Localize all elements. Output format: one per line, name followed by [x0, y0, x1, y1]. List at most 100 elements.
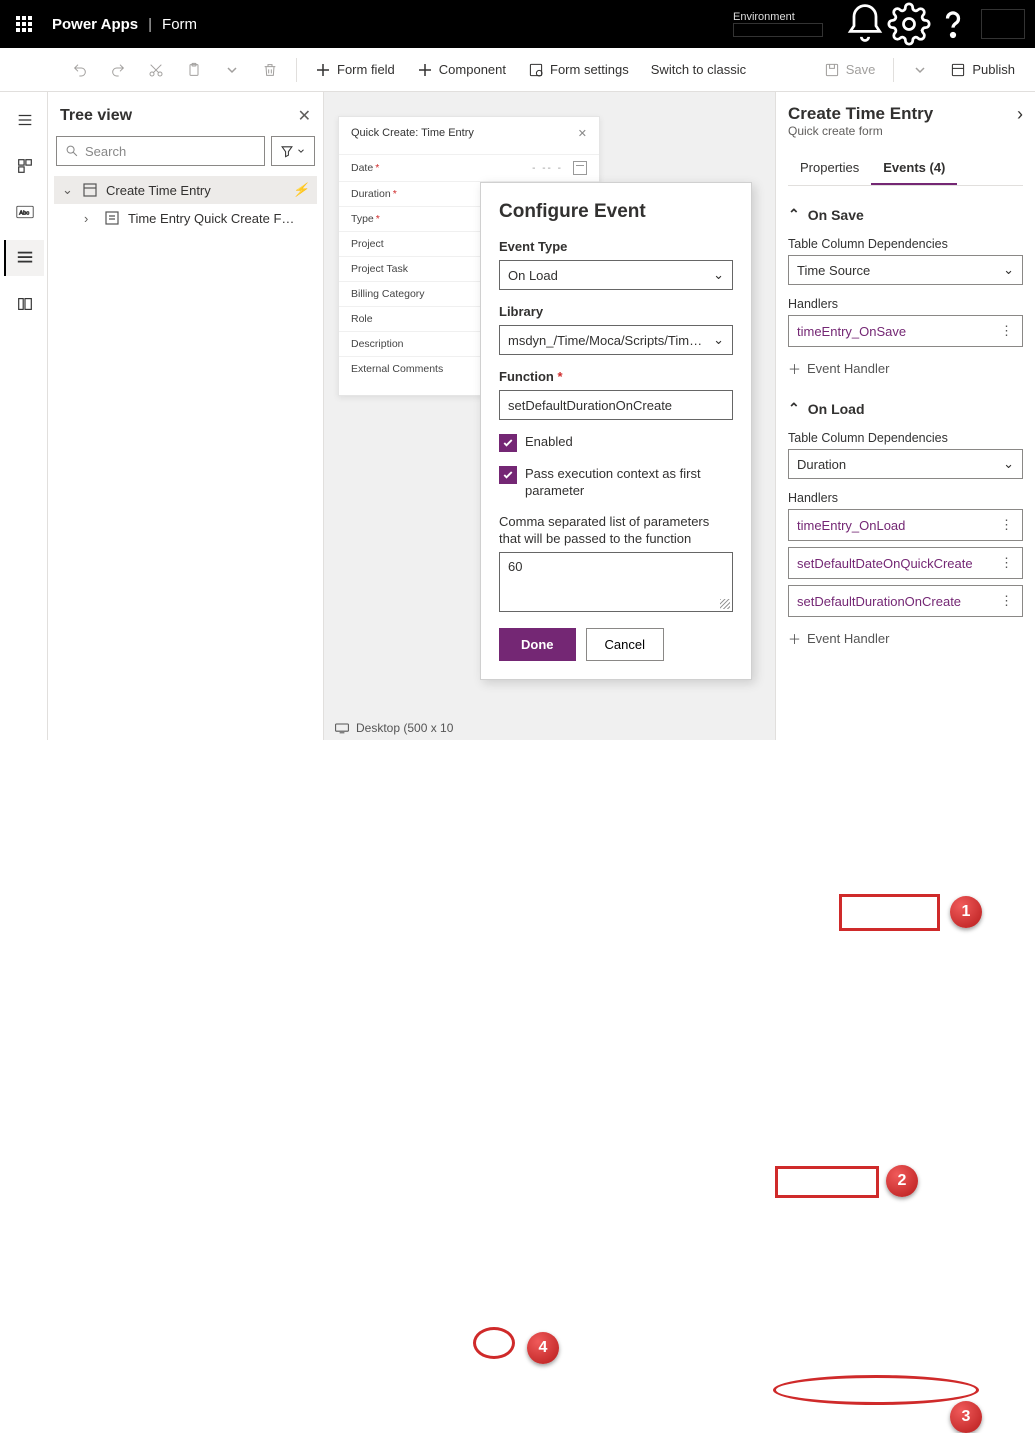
form-field-label: Form field	[337, 62, 395, 77]
filter-button[interactable]	[271, 136, 315, 166]
section-label: On Save	[808, 207, 864, 223]
dep-select-onsave[interactable]: Time Source⌄	[788, 255, 1023, 285]
device-label: Desktop (500 x 10	[356, 721, 453, 735]
switch-classic-button[interactable]: Switch to classic	[641, 56, 756, 83]
add-handler-onload[interactable]: ＋Event Handler	[788, 623, 1023, 662]
funnel-icon	[280, 144, 294, 158]
search-icon	[65, 144, 79, 158]
delete-button[interactable]	[252, 56, 288, 84]
handler-onsave[interactable]: timeEntry_OnSave⋮	[788, 315, 1023, 347]
deps-label: Table Column Dependencies	[788, 431, 1023, 445]
environment-picker[interactable]: Environment	[733, 11, 823, 37]
chevron-down-icon: ⌄	[1003, 262, 1014, 278]
select-value: msdyn_/Time/Moca/Scripts/Tim…	[508, 333, 702, 348]
publish-button[interactable]: Publish	[940, 56, 1025, 84]
app-header: Power Apps | Form Environment	[0, 0, 1035, 48]
handler-onload-3[interactable]: setDefaultDurationOnCreate ⋮	[788, 585, 1023, 617]
tab-events[interactable]: Events (4)	[871, 152, 957, 185]
panel-subtitle: Quick create form	[788, 124, 933, 138]
check-icon	[502, 469, 514, 481]
dep-value: Duration	[797, 457, 846, 472]
section-onsave[interactable]: ⌃ On Save	[788, 198, 1023, 231]
divider	[893, 58, 894, 82]
tabs: Properties Events (4)	[788, 152, 1023, 186]
close-icon[interactable]: ✕	[578, 127, 587, 140]
dep-select-onload[interactable]: Duration ⌄	[788, 449, 1023, 479]
chevron-right-icon: ›	[84, 211, 96, 226]
calendar-icon	[573, 161, 587, 175]
tree-item-create-time-entry[interactable]: ⌄ Create Time Entry ⚡	[54, 176, 317, 204]
pass-context-checkbox[interactable]	[499, 466, 517, 484]
panel-title: Create Time Entry	[788, 104, 933, 124]
chevron-down-icon: ⌄	[713, 332, 724, 348]
enabled-label: Enabled	[525, 434, 573, 449]
undo-button[interactable]	[62, 56, 98, 84]
form-field-button[interactable]: Form field	[305, 56, 405, 84]
help-icon[interactable]	[931, 0, 975, 48]
chevron-up-icon: ⌃	[788, 400, 800, 417]
status-bar: Desktop (500 x 10	[324, 716, 775, 740]
chevron-down-icon: ⌄	[1003, 456, 1014, 472]
paste-button[interactable]	[176, 56, 212, 84]
waffle-icon[interactable]	[4, 0, 44, 48]
handler-name: setDefaultDurationOnCreate	[797, 594, 961, 609]
input-value: setDefaultDurationOnCreate	[508, 398, 672, 413]
search-placeholder: Search	[85, 144, 126, 159]
settings-icon[interactable]	[887, 0, 931, 48]
tree-item-label: Time Entry Quick Create F…	[128, 211, 294, 226]
handlers-label: Handlers	[788, 491, 1023, 505]
more-icon[interactable]: ⋮	[1000, 517, 1014, 533]
svg-text:Abc: Abc	[19, 210, 29, 216]
save-label: Save	[846, 62, 876, 77]
tab-properties[interactable]: Properties	[788, 152, 871, 185]
left-rail: Abc	[0, 92, 48, 740]
more-icon[interactable]: ⋮	[1000, 593, 1014, 609]
save-chevron[interactable]	[902, 56, 938, 84]
check-icon	[502, 437, 514, 449]
handler-onload-2[interactable]: setDefaultDateOnQuickCreate⋮	[788, 547, 1023, 579]
done-button[interactable]: Done	[499, 628, 576, 661]
chevron-up-icon: ⌃	[788, 206, 800, 223]
enabled-checkbox[interactable]	[499, 434, 517, 452]
field-date[interactable]: Date*- -- -	[339, 154, 599, 181]
save-button[interactable]: Save	[814, 56, 886, 84]
more-icon[interactable]: ⋮	[1000, 323, 1014, 339]
handler-onload-1[interactable]: timeEntry_OnLoad⋮	[788, 509, 1023, 541]
add-handler-label: Event Handler	[807, 631, 889, 646]
params-textarea[interactable]: 60	[499, 552, 733, 612]
rail-components[interactable]	[4, 148, 44, 184]
chevron-right-icon[interactable]: ›	[1017, 104, 1023, 125]
section-onload[interactable]: ⌃ On Load	[788, 392, 1023, 425]
rail-hamburger[interactable]	[4, 102, 44, 138]
select-value: On Load	[508, 268, 558, 283]
cut-button[interactable]	[138, 56, 174, 84]
breadcrumb: Form	[162, 16, 197, 33]
rail-library[interactable]	[4, 286, 44, 322]
close-icon[interactable]: ✕	[298, 106, 311, 126]
tree-item-quick-create[interactable]: › Time Entry Quick Create F…	[54, 204, 317, 232]
event-type-label: Event Type	[499, 239, 733, 254]
app-name: Power Apps	[52, 16, 138, 33]
chevron-down-icon	[296, 146, 306, 156]
add-handler-onsave[interactable]: ＋Event Handler	[788, 353, 1023, 392]
event-type-select[interactable]: On Load⌄	[499, 260, 733, 290]
section-label: On Load	[808, 401, 865, 417]
paste-chevron[interactable]	[214, 56, 250, 84]
function-input[interactable]: setDefaultDurationOnCreate	[499, 390, 733, 420]
library-select[interactable]: msdyn_/Time/Moca/Scripts/Tim… ⌄	[499, 325, 733, 355]
divider	[296, 58, 297, 82]
search-input[interactable]: Search	[56, 136, 265, 166]
redo-button[interactable]	[100, 56, 136, 84]
more-icon[interactable]: ⋮	[1000, 555, 1014, 571]
rail-tree[interactable]	[4, 240, 44, 276]
cancel-button[interactable]: Cancel	[586, 628, 664, 661]
resize-handle[interactable]	[720, 599, 730, 609]
rail-abc[interactable]: Abc	[4, 194, 44, 230]
form-settings-button[interactable]: Form settings	[518, 56, 639, 84]
deps-label: Table Column Dependencies	[788, 237, 1023, 251]
notification-icon[interactable]	[843, 0, 887, 48]
chevron-down-icon: ⌄	[62, 182, 74, 198]
component-button[interactable]: Component	[407, 56, 516, 84]
form-icon	[82, 182, 98, 198]
user-avatar[interactable]	[981, 9, 1025, 39]
